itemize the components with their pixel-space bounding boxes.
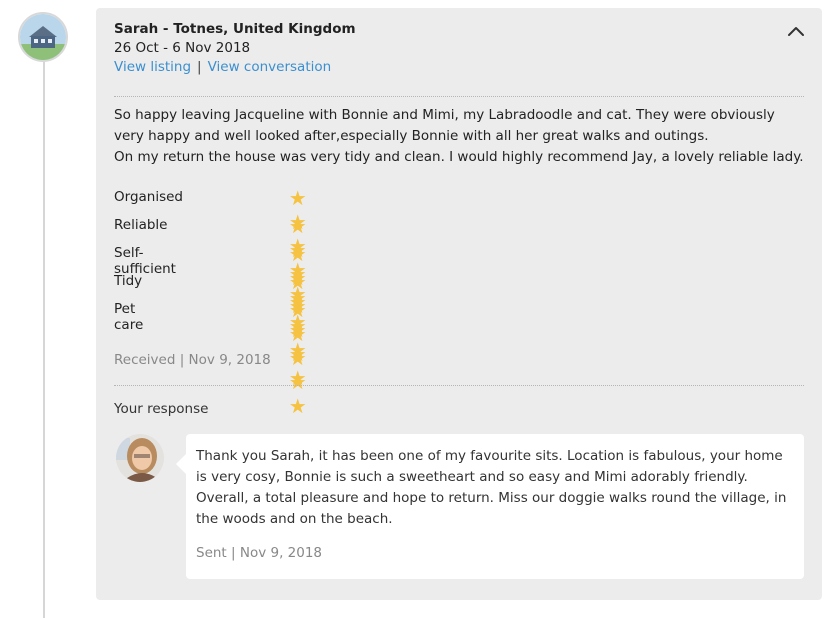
response-bubble-pointer — [176, 454, 186, 474]
chevron-up-icon — [788, 27, 804, 36]
rating-label: Pet care — [114, 301, 144, 333]
star-icon: ★ — [288, 346, 308, 370]
rating-label: Tidy — [114, 273, 143, 289]
response-heading: Your response — [114, 401, 209, 417]
house-photo-icon — [20, 14, 66, 60]
star-rating: ★★★★★ — [288, 298, 309, 418]
star-icon: ★ — [288, 270, 308, 294]
collapse-button[interactable] — [784, 20, 808, 44]
reviewer-avatar[interactable] — [18, 12, 68, 62]
rating-label: Reliable — [114, 217, 168, 233]
star-icon: ★ — [288, 186, 308, 210]
reviewer-name: Sarah - Totnes, United Kingdom — [114, 21, 356, 37]
sent-date: Sent | Nov 9, 2018 — [196, 545, 323, 561]
star-icon: ★ — [288, 394, 308, 418]
review-text-paragraph: On my return the house was very tidy and… — [114, 149, 804, 165]
received-date: Received | Nov 9, 2018 — [114, 352, 271, 368]
user-photo-icon — [116, 434, 164, 482]
star-icon: ★ — [288, 322, 308, 346]
timeline-line — [43, 58, 45, 618]
response-bubble: Thank you Sarah, it has been one of my f… — [186, 434, 804, 579]
review-card: Sarah - Totnes, United Kingdom 26 Oct - … — [96, 8, 822, 600]
review-text-paragraph: So happy leaving Jacqueline with Bonnie … — [114, 107, 775, 144]
review-text: So happy leaving Jacqueline with Bonnie … — [114, 105, 804, 168]
rating-label: Organised — [114, 189, 183, 205]
stay-dates: 26 Oct - 6 Nov 2018 — [114, 40, 251, 56]
star-icon: ★ — [288, 298, 308, 322]
view-listing-link[interactable]: View listing — [114, 59, 191, 75]
link-separator: | — [197, 59, 202, 75]
divider — [114, 385, 804, 386]
star-icon: ★ — [288, 370, 308, 394]
review-links: View listing | View conversation — [114, 59, 331, 75]
star-icon: ★ — [288, 242, 308, 266]
divider — [114, 96, 804, 97]
response-avatar[interactable] — [116, 434, 164, 482]
response-text: Thank you Sarah, it has been one of my f… — [196, 448, 787, 527]
star-icon: ★ — [288, 214, 308, 238]
view-conversation-link[interactable]: View conversation — [208, 59, 332, 75]
